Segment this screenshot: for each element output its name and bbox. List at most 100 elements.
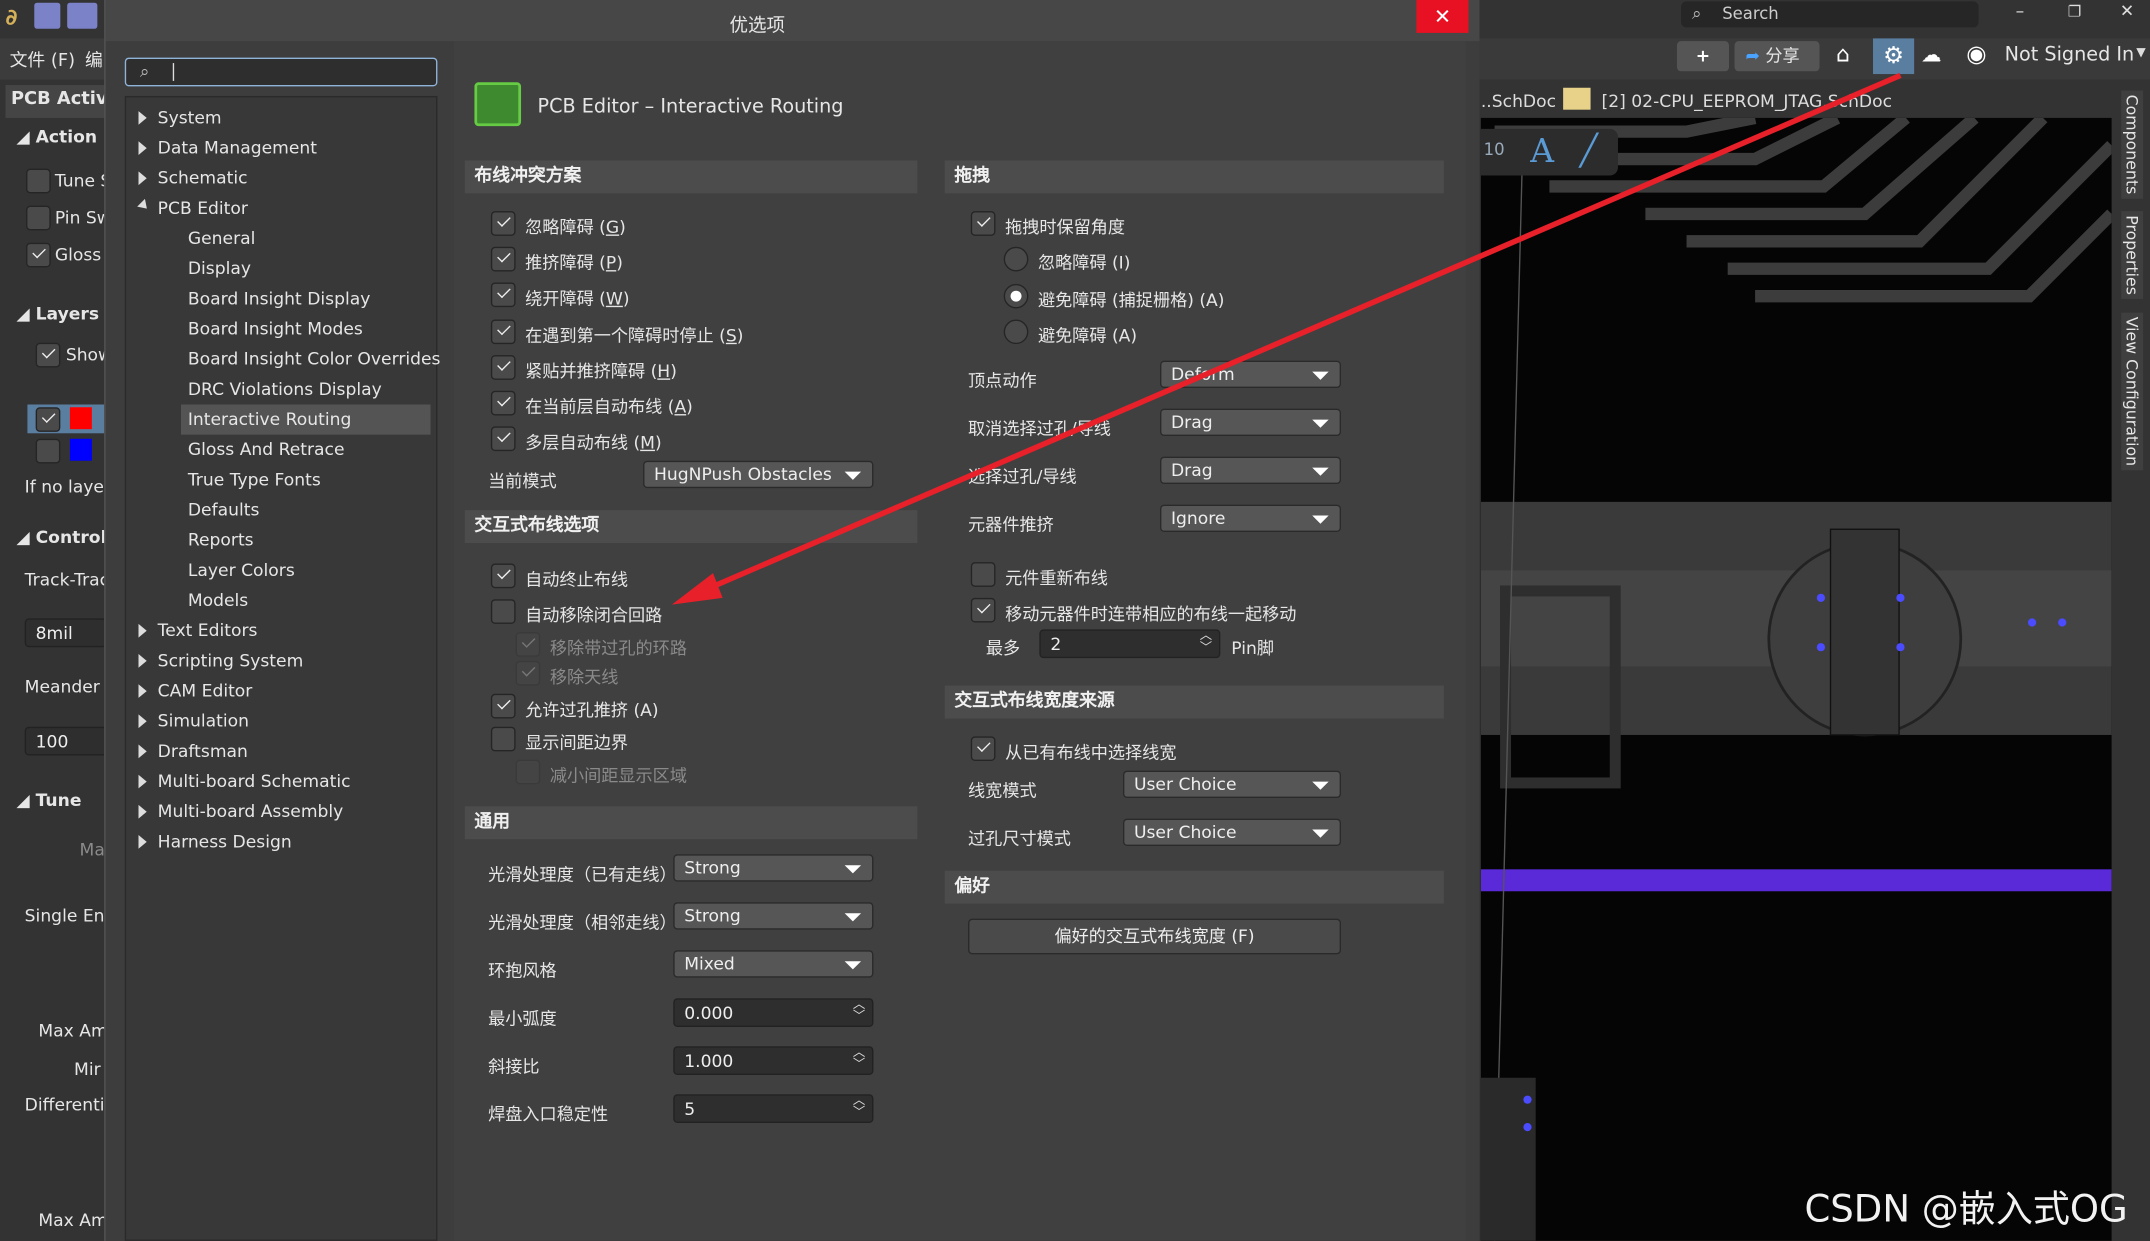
track-input[interactable]: 8mil	[24, 618, 107, 648]
section-layers[interactable]: ◢ Layers	[16, 303, 99, 324]
gloss-checkbox[interactable]	[26, 242, 51, 268]
drag-obstacle-radio[interactable]	[1003, 283, 1029, 308]
conflict-checkbox[interactable]	[490, 426, 516, 452]
show-checkbox[interactable]	[35, 342, 61, 368]
interactive-option-checkbox[interactable]	[490, 693, 516, 719]
meander-input[interactable]: 100	[24, 726, 107, 756]
tree-item[interactable]: Layer Colors	[181, 555, 431, 585]
layer-checkbox[interactable]	[35, 407, 61, 432]
tree-item[interactable]: General	[181, 224, 431, 254]
triangle-right-icon[interactable]	[138, 654, 147, 668]
spinner-arrows-icon[interactable]: ︿ ﹀	[1200, 630, 1212, 656]
spinner-arrows-icon[interactable]: ︿ ﹀	[853, 999, 865, 1025]
conflict-checkbox[interactable]	[490, 211, 516, 236]
general-dropdown[interactable]: Strong	[673, 854, 874, 882]
tree-item[interactable]: System	[158, 103, 222, 133]
triangle-right-icon[interactable]	[138, 623, 147, 638]
menu-edit[interactable]: 编	[85, 45, 103, 72]
line-tool-icon[interactable]: ╱	[1580, 134, 1598, 168]
triangle-right-icon[interactable]	[138, 714, 147, 729]
tree-item[interactable]: Board Insight Modes	[181, 314, 431, 344]
general-spinbox[interactable]: 0.000 ︿ ﹀	[673, 998, 874, 1028]
tree-item[interactable]: Schematic	[158, 163, 248, 193]
minimize-icon[interactable]: –	[2016, 0, 2025, 21]
interactive-option-checkbox[interactable]	[490, 599, 516, 624]
conflict-checkbox[interactable]	[490, 354, 516, 380]
tab-properties[interactable]: Properties	[2121, 211, 2144, 300]
pcb-canvas[interactable]: 10 A ╱	[1480, 117, 2112, 1241]
tree-item-selected[interactable]: Interactive Routing	[180, 404, 431, 435]
chevron-down-icon[interactable]: ▼	[2136, 47, 2145, 61]
tree-item[interactable]: Board Insight Display	[181, 284, 431, 314]
save-all-icon[interactable]	[67, 2, 98, 29]
cloud-off-icon[interactable]: ☁	[1921, 43, 1942, 68]
general-dropdown[interactable]: Strong	[673, 902, 874, 930]
general-spinbox[interactable]: 1.000 ︿ ﹀	[673, 1046, 874, 1075]
close-app-icon[interactable]: ✕	[2120, 0, 2134, 21]
share-button[interactable]: ➦ 分享	[1734, 41, 1820, 72]
width-mode-dropdown[interactable]: User Choice	[1122, 770, 1342, 799]
section-tune[interactable]: ◢ Tune	[16, 790, 81, 811]
tree-item[interactable]: Scripting System	[158, 646, 304, 676]
interactive-option-checkbox[interactable]	[490, 563, 516, 589]
tree-item[interactable]: Draftsman	[158, 736, 248, 766]
doc-tab-active[interactable]: [2] 02-CPU_EEPROM_JTAG.SchDoc	[1602, 90, 1893, 111]
tree-item[interactable]: PCB Editor	[158, 193, 248, 223]
triangle-right-icon[interactable]	[138, 774, 147, 789]
account-menu[interactable]: Not Signed In	[2005, 44, 2135, 66]
section-action[interactable]: ◢ Action	[16, 126, 97, 147]
pin-swap-checkbox[interactable]	[26, 205, 51, 231]
triangle-right-icon[interactable]	[138, 804, 147, 819]
tree-item[interactable]: Multi-board Schematic	[158, 766, 351, 796]
tree-search-input[interactable]: ⌕	[124, 57, 438, 87]
tree-item[interactable]: Gloss And Retrace	[181, 435, 431, 465]
reroute-checkbox[interactable]	[970, 562, 996, 587]
dimension-tool-icon[interactable]: 10	[1484, 140, 1505, 159]
user-avatar-icon[interactable]: ◉	[1966, 41, 1986, 68]
move-with-checkbox[interactable]	[970, 597, 996, 623]
tree-item[interactable]: Models	[181, 585, 431, 615]
comment-add-button[interactable]: +	[1676, 41, 1730, 72]
conflict-checkbox[interactable]	[490, 282, 516, 308]
spinner-arrows-icon[interactable]: ︿ ﹀	[853, 1047, 865, 1073]
tree-item[interactable]: Board Insight Color Overrides	[181, 344, 441, 374]
tree-item[interactable]: Harness Design	[158, 827, 292, 857]
layer-checkbox[interactable]	[35, 438, 61, 464]
mode-dropdown[interactable]: HugNPush Obstacles	[643, 460, 874, 489]
drag-obstacle-radio[interactable]	[1003, 246, 1029, 272]
drag-dropdown[interactable]: Drag	[1160, 456, 1342, 485]
drag-dropdown[interactable]: Drag	[1160, 408, 1342, 437]
menu-file[interactable]: 文件 (F)	[10, 45, 75, 72]
doc-tab[interactable]: ..SchDoc	[1481, 90, 1556, 111]
drag-dropdown[interactable]: Deform	[1160, 360, 1342, 389]
max-pins-spinbox[interactable]: 2 ︿ ﹀	[1039, 629, 1221, 659]
save-icon[interactable]	[34, 2, 61, 29]
tab-components[interactable]: Components	[2121, 90, 2144, 199]
home-icon[interactable]: ⌂	[1836, 41, 1850, 67]
tree-item[interactable]: Multi-board Assembly	[158, 797, 344, 827]
drag-obstacle-radio[interactable]	[1003, 319, 1029, 345]
conflict-checkbox[interactable]	[490, 390, 516, 416]
pick-width-checkbox[interactable]	[970, 736, 996, 761]
conflict-checkbox[interactable]	[490, 318, 516, 344]
tune-checkbox[interactable]	[26, 168, 51, 194]
triangle-right-icon[interactable]	[138, 835, 147, 849]
interactive-option-checkbox[interactable]	[490, 726, 516, 752]
triangle-right-icon[interactable]	[138, 141, 147, 155]
tree-item[interactable]: True Type Fonts	[181, 465, 431, 495]
triangle-right-icon[interactable]	[138, 684, 147, 698]
search-box[interactable]: ⌕ Search	[1681, 1, 1979, 28]
settings-gear-icon[interactable]: ⚙	[1873, 38, 1915, 75]
triangle-right-icon[interactable]	[138, 744, 147, 759]
section-control[interactable]: ◢ Control	[16, 527, 106, 548]
tree-item[interactable]: Defaults	[181, 495, 431, 525]
triangle-down-icon[interactable]	[137, 198, 151, 213]
favorite-widths-button[interactable]: 偏好的交互式布线宽度 (F)	[968, 918, 1342, 955]
tree-item[interactable]: Display	[181, 254, 431, 284]
restore-icon[interactable]: ❐	[2068, 3, 2082, 21]
tab-view-configuration[interactable]: View Configuration	[2121, 312, 2144, 471]
text-tool-icon[interactable]: A	[1530, 132, 1554, 170]
tree-item[interactable]: Data Management	[158, 133, 317, 163]
dialog-close-button[interactable]: ✕	[1416, 0, 1469, 33]
tree-item[interactable]: Simulation	[158, 706, 249, 736]
